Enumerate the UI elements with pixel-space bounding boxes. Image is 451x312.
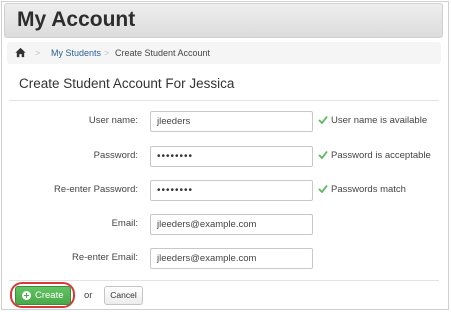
email-row: Email: jleeders@example.com: [0, 214, 451, 236]
username-row: User name: jleeders User name is availab…: [0, 111, 451, 133]
breadcrumb-my-students-link[interactable]: My Students: [51, 42, 101, 64]
check-icon: [318, 150, 328, 159]
reenter-password-row: Re-enter Password: •••••••• Passwords ma…: [0, 180, 451, 202]
divider: [9, 100, 439, 101]
breadcrumb-current-page: Create Student Account: [115, 48, 211, 58]
form-title: Create Student Account For Jessica: [19, 76, 235, 91]
reenter-email-label: Re-enter Email:: [72, 252, 138, 263]
reenter-password-input[interactable]: ••••••••: [150, 180, 313, 201]
breadcrumb-separator: >: [104, 48, 110, 58]
reenter-password-status: Passwords match: [318, 184, 406, 195]
cancel-button[interactable]: Cancel: [104, 286, 143, 305]
check-icon: [318, 115, 328, 124]
page-title: My Account: [17, 8, 136, 31]
username-status-text: User name is available: [331, 115, 428, 126]
username-label: User name:: [88, 115, 138, 126]
password-row: Password: •••••••• Password is acceptabl…: [0, 146, 451, 168]
password-label: Password:: [93, 150, 138, 161]
reenter-email-input[interactable]: jleeders@example.com: [150, 248, 313, 269]
breadcrumb-separator: >: [35, 48, 41, 58]
reenter-email-row: Re-enter Email: jleeders@example.com: [0, 248, 451, 270]
or-text: or: [84, 290, 93, 301]
home-icon[interactable]: [15, 47, 26, 58]
divider: [9, 280, 439, 281]
password-input[interactable]: ••••••••: [150, 146, 313, 167]
plus-circle-icon: [22, 291, 31, 300]
email-input[interactable]: jleeders@example.com: [150, 214, 313, 235]
breadcrumb: > My Students > Create Student Account: [7, 42, 441, 64]
reenter-password-label: Re-enter Password:: [54, 184, 138, 195]
password-status: Password is acceptable: [318, 150, 431, 161]
password-status-text: Password is acceptable: [331, 150, 431, 161]
email-label: Email:: [111, 218, 138, 229]
username-input[interactable]: jleeders: [150, 111, 313, 132]
check-icon: [318, 184, 328, 193]
username-status: User name is available: [318, 115, 427, 126]
page-header: My Account: [4, 3, 443, 38]
create-button[interactable]: Create: [15, 286, 71, 305]
create-button-label: Create: [35, 290, 64, 301]
reenter-password-status-text: Passwords match: [331, 184, 406, 195]
